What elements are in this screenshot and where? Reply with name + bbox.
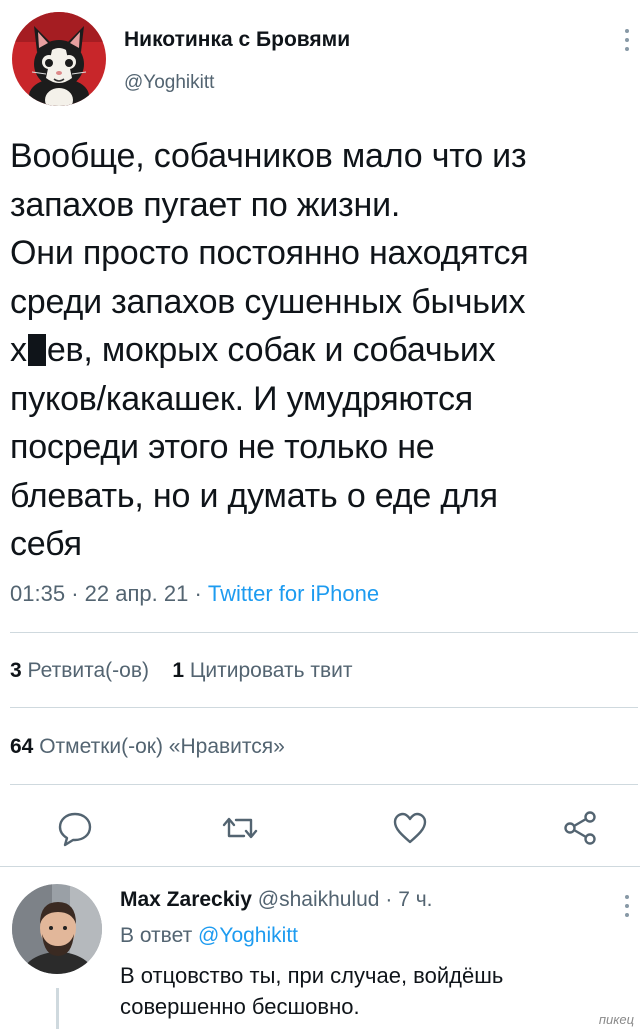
retweets-count: 3 [10,659,22,682]
more-options-icon[interactable] [622,26,632,56]
retweets-label: Ретвита(-ов) [27,659,149,682]
tweet-text: Вообще, собачников мало что из запахов п… [10,132,630,569]
reply-age[interactable]: 7 ч. [398,888,432,911]
retweet-quote-stats: 3 Ретвита(-ов) 1 Цитировать твит [10,659,353,683]
tweet-text-line: блевать, но и думать о еде для [10,476,498,515]
divider [0,866,640,867]
likes-count: 64 [10,735,34,758]
reply-text: В отцовство ты, при случае, войдёшь сове… [120,960,620,1022]
divider [10,784,638,785]
tweet-text-line: Они просто постоянно находятся [10,234,529,272]
tweet-text-line: запахов пугает по жизни. [10,185,401,224]
censor-block [27,334,46,366]
author-name[interactable]: Никотинка с Бровями [124,28,350,52]
tweet-header: Никотинка с Бровями @Yoghikitt [0,0,640,110]
retweet-icon[interactable] [220,808,260,848]
tweet-source[interactable]: Twitter for iPhone [208,581,379,606]
divider [10,632,638,633]
comment-icon[interactable] [55,808,95,848]
reply-to-mention[interactable]: @Yoghikitt [198,924,298,947]
reply-context: В ответ @Yoghikitt [120,924,298,948]
author-handle[interactable]: @Yoghikitt [124,72,214,94]
meta-separator: · [71,581,79,606]
reply-author-name[interactable]: Max Zareckiy [120,888,252,911]
watermark: пикец [598,1012,634,1027]
heart-icon[interactable] [390,808,430,848]
quotes-link[interactable]: 1 Цитировать твит [172,659,352,682]
reply-author-handle[interactable]: @shaikhulud [258,888,380,911]
author-avatar[interactable] [12,12,106,106]
tweet-meta: 01:35 · 22 апр. 21 · Twitter for iPhone [10,581,379,607]
reply-to-label: В ответ [120,924,193,947]
tweet-text-line: среди запахов сушенных бычьих [10,282,526,321]
likes-label: Отметки(-ок) «Нравится» [39,735,285,758]
tweet-text-fragment: ев, мокрых собак и собачьих [46,331,496,369]
share-icon[interactable] [560,808,600,848]
tweet-text-line: Вообще, собачников мало что из [10,137,527,175]
tweet-text-line: посреди этого не только не [10,428,435,466]
tweet-text-fragment: х [10,331,27,369]
thread-line [56,988,59,1029]
tweet-time[interactable]: 01:35 [10,581,65,606]
reply-text-line: В отцовство ты, при случае, войдёшь [120,963,504,988]
action-bar [0,800,640,860]
meta-separator: · [194,581,202,606]
tweet-text-line: х ев, мокрых собак и собачьих [10,326,630,375]
reply-text-line: совершенно бесшовно. [120,994,360,1019]
more-options-icon[interactable] [622,892,632,922]
reply-tweet[interactable]: Max Zareckiy @shaikhulud · 7 ч. В ответ … [0,872,640,1029]
reply-avatar[interactable] [12,884,102,974]
likes-stats[interactable]: 64 Отметки(-ок) «Нравится» [10,735,285,759]
quotes-count: 1 [172,659,185,682]
retweets-link[interactable]: 3 Ретвита(-ов) [10,659,149,682]
meta-separator: · [385,888,393,911]
tweet-text-line: пуков/какашек. И умудряются [10,379,473,418]
reply-header: Max Zareckiy @shaikhulud · 7 ч. [120,888,432,912]
tweet-date[interactable]: 22 апр. 21 [85,581,189,606]
divider [10,707,638,708]
quotes-label: Цитировать твит [189,659,353,682]
tweet-text-line: себя [10,525,82,563]
